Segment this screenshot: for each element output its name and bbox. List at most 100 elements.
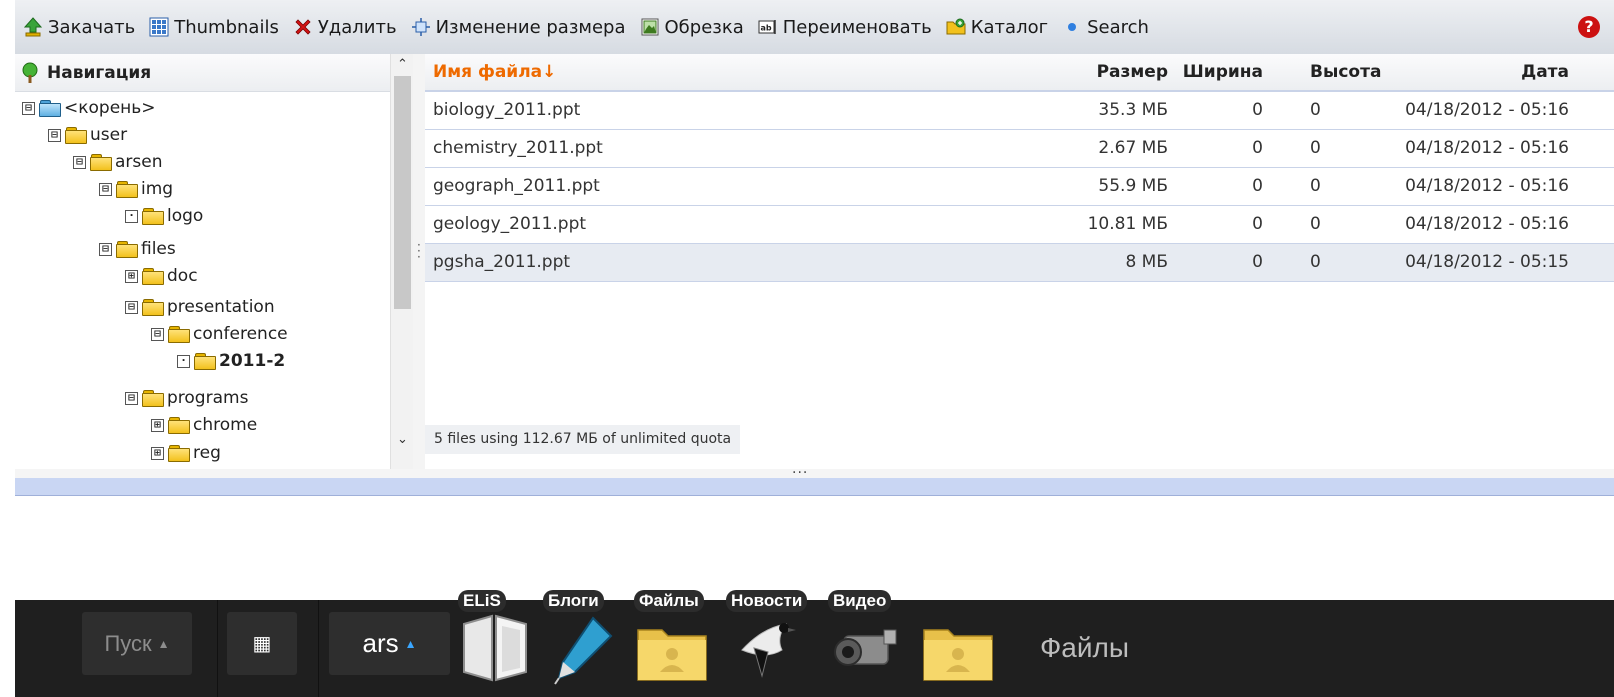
- tree-node-presentation[interactable]: ⊟ presentation: [125, 295, 275, 319]
- root-folder-icon: [39, 100, 61, 117]
- rename-icon: ab: [758, 20, 776, 34]
- tree-node-user[interactable]: ⊟ user: [48, 123, 127, 147]
- resize-button[interactable]: Изменение размера: [411, 17, 626, 38]
- file-date: 04/18/2012 - 05:16: [1405, 138, 1569, 158]
- launcher-blogs[interactable]: Блоги: [543, 590, 619, 690]
- vertical-splitter[interactable]: · · ·: [413, 54, 425, 469]
- delete-button[interactable]: Удалить: [293, 17, 397, 38]
- tree-node-label: presentation: [167, 297, 275, 317]
- thumbnails-icon: [149, 17, 169, 37]
- tree-node-programs[interactable]: ⊟ programs: [125, 386, 248, 410]
- collapse-toggle-icon[interactable]: ⊟: [48, 128, 61, 142]
- column-width-header[interactable]: Ширина: [1183, 54, 1263, 90]
- launcher-elis[interactable]: ELiS: [458, 590, 534, 690]
- folder-icon: [90, 154, 112, 171]
- tree-node-reg[interactable]: ⊞ reg: [151, 441, 221, 465]
- tree-node-label: user: [90, 125, 128, 145]
- user-menu-button[interactable]: ars ▲: [329, 612, 450, 675]
- launcher-video[interactable]: Видео: [828, 590, 904, 690]
- tree-node-logo[interactable]: · logo: [125, 204, 203, 228]
- tree-node-root[interactable]: ⊟ <корень>: [22, 96, 156, 120]
- catalog-label: Каталог: [970, 16, 1049, 38]
- file-date: 04/18/2012 - 05:16: [1405, 176, 1569, 196]
- taskbar-separator: [318, 600, 319, 697]
- file-height: 0: [1310, 138, 1321, 158]
- collapse-toggle-icon[interactable]: ⊟: [125, 300, 138, 314]
- collapse-toggle-icon[interactable]: ⊟: [125, 391, 138, 405]
- scrollbar-thumb[interactable]: [394, 76, 411, 309]
- tree-node-files[interactable]: ⊟ files: [99, 237, 176, 261]
- leaf-toggle-icon[interactable]: ·: [125, 209, 138, 223]
- tree-node-label: <корень>: [64, 98, 156, 118]
- file-width: 0: [1252, 138, 1263, 158]
- apps-grid-button[interactable]: ▦: [227, 612, 297, 675]
- file-width: 0: [1252, 214, 1263, 234]
- active-window-button[interactable]: [920, 610, 996, 690]
- scroll-down-icon[interactable]: ⌄: [391, 432, 413, 450]
- rename-label: Переименовать: [782, 16, 932, 38]
- delete-icon: [295, 19, 311, 35]
- folder-icon: [142, 299, 164, 316]
- column-date-header[interactable]: Дата: [1521, 54, 1569, 90]
- folder-icon: [168, 445, 190, 462]
- file-name: chemistry_2011.ppt: [433, 138, 603, 158]
- rename-button[interactable]: ab Переименовать: [758, 17, 932, 38]
- start-button[interactable]: Пуск ▲: [82, 612, 192, 675]
- crop-icon: [641, 18, 659, 36]
- file-row[interactable]: geology_2011.ppt 10.81 МБ 0 0 04/18/2012…: [425, 206, 1614, 244]
- file-height: 0: [1310, 176, 1321, 196]
- expand-toggle-icon[interactable]: ⊞: [151, 446, 164, 460]
- caret-up-icon: ▲: [404, 636, 417, 651]
- upload-button[interactable]: Закачать: [23, 17, 135, 38]
- file-row[interactable]: chemistry_2011.ppt 2.67 МБ 0 0 04/18/201…: [425, 130, 1614, 168]
- catalog-button[interactable]: Каталог: [946, 17, 1048, 38]
- tree-node-label: 2011-2: [219, 351, 286, 371]
- delete-label: Удалить: [317, 16, 397, 38]
- scroll-up-icon[interactable]: ⌃: [391, 57, 413, 75]
- toolbar: Закачать Thumbnails Удалить Изменение ра…: [15, 0, 1614, 55]
- pen-icon: [554, 616, 613, 685]
- launcher-news[interactable]: Новости: [726, 590, 808, 690]
- file-list-panel: Имя файла↓ Размер Ширина Высота Дата bio…: [425, 54, 1614, 469]
- crop-button[interactable]: Обрезка: [640, 17, 744, 38]
- tree-node-doc[interactable]: ⊞ doc: [125, 264, 198, 288]
- tree-node-conference[interactable]: ⊟ conference: [151, 322, 288, 346]
- collapse-toggle-icon[interactable]: ⊟: [99, 182, 112, 196]
- tree-node-label: logo: [167, 206, 204, 226]
- navigation-scrollbar[interactable]: ⌃ ⌄: [390, 54, 413, 469]
- file-row[interactable]: biology_2011.ppt 35.3 МБ 0 0 04/18/2012 …: [425, 92, 1614, 130]
- help-icon[interactable]: ?: [1578, 16, 1600, 38]
- tree-node-chrome[interactable]: ⊞ chrome: [151, 413, 257, 437]
- tree-node-2011-2[interactable]: · 2011-2: [177, 349, 285, 373]
- file-row-selected[interactable]: pgsha_2011.ppt 8 МБ 0 0 04/18/2012 - 05:…: [425, 244, 1614, 282]
- leaf-toggle-icon[interactable]: ·: [177, 354, 190, 368]
- collapse-toggle-icon[interactable]: ⊟: [151, 327, 164, 341]
- collapse-toggle-icon[interactable]: ⊟: [73, 155, 86, 169]
- launcher-files[interactable]: Файлы: [634, 590, 710, 690]
- file-row[interactable]: geograph_2011.ppt 55.9 МБ 0 0 04/18/2012…: [425, 168, 1614, 206]
- folder-icon: [142, 208, 164, 225]
- upload-label: Закачать: [48, 16, 136, 38]
- folder-icon: [168, 417, 190, 434]
- column-size-header[interactable]: Размер: [1097, 54, 1168, 90]
- expand-toggle-icon[interactable]: ⊞: [125, 269, 138, 283]
- tree-node-label: files: [141, 239, 176, 259]
- tree-node-label: conference: [193, 324, 288, 344]
- collapse-toggle-icon[interactable]: ⊟: [22, 101, 35, 115]
- column-height-header[interactable]: Высота: [1310, 54, 1381, 90]
- collapse-toggle-icon[interactable]: ⊟: [99, 242, 112, 256]
- launcher-label: ELiS: [458, 590, 506, 612]
- folder-icon: [923, 629, 993, 681]
- launcher-label: Файлы: [634, 590, 704, 612]
- search-button[interactable]: Search: [1062, 17, 1149, 38]
- caret-up-icon: ▲: [157, 636, 170, 651]
- expand-toggle-icon[interactable]: ⊞: [151, 418, 164, 432]
- column-name-header[interactable]: Имя файла↓: [433, 54, 556, 90]
- thumbnails-button[interactable]: Thumbnails: [149, 17, 279, 38]
- tree-node-img[interactable]: ⊟ img: [99, 177, 173, 201]
- file-height: 0: [1310, 214, 1321, 234]
- file-name: geology_2011.ppt: [433, 214, 587, 234]
- taskbar: Пуск ▲ ▦ ars ▲ ELiS Блоги Файлы Новости …: [15, 590, 1614, 697]
- tree-node-arsen[interactable]: ⊟ arsen: [73, 150, 163, 174]
- folder-icon: [142, 390, 164, 407]
